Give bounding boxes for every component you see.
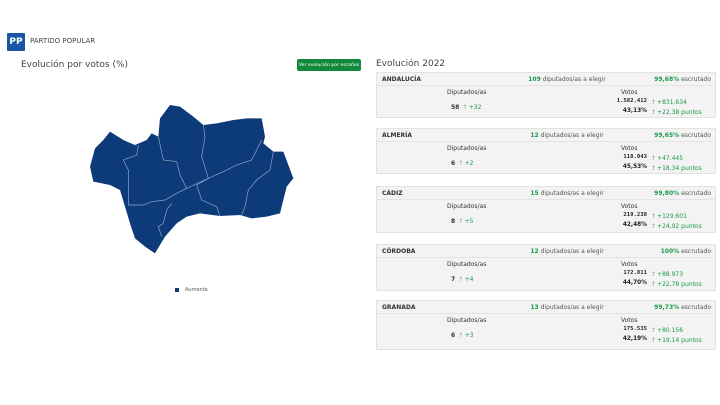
left-title: Evolución por votos (%) xyxy=(21,60,129,70)
votos-label: Votos xyxy=(621,261,638,268)
percent-delta: 🡑 +22,38 puntos xyxy=(652,109,702,116)
right-title: Evolución 2022 xyxy=(376,59,446,69)
arrow-up-icon: 🡑 xyxy=(652,155,656,162)
arrow-up-icon: 🡑 xyxy=(459,160,463,167)
votos-delta: 🡑 +831.634 xyxy=(652,99,687,106)
diputados-value: 7 🡑 +4 xyxy=(451,276,474,283)
arrow-up-icon: 🡑 xyxy=(463,104,467,111)
counted-percent: 99,73% escrutado xyxy=(654,304,711,311)
diputados-value: 8 🡑 +5 xyxy=(451,218,474,225)
arrow-up-icon: 🡑 xyxy=(459,332,463,339)
province-card: GRANADA 13 diputados/as a elegir 99,73% … xyxy=(376,300,716,350)
percent-delta: 🡑 +22,78 puntos xyxy=(652,281,702,288)
arrow-up-icon: 🡑 xyxy=(652,281,656,288)
province-name: ANDALUCÍA xyxy=(382,76,422,83)
arrow-up-icon: 🡑 xyxy=(459,276,463,283)
andalucia-map xyxy=(90,105,294,254)
percent-delta: 🡑 +18,34 puntos xyxy=(652,165,702,172)
seats-to-elect: 12 diputados/as a elegir xyxy=(530,132,604,139)
percent-delta: 🡑 +19,14 puntos xyxy=(652,337,702,344)
legend-label: Aumenta xyxy=(185,287,208,293)
votos-value: 118.043 xyxy=(623,154,647,160)
percent-value: 44,70% xyxy=(622,280,647,286)
votos-value: 219.238 xyxy=(623,212,647,218)
brand-name: PARTIDO POPULAR xyxy=(30,37,96,45)
diputados-value: 6 🡑 +3 xyxy=(451,332,474,339)
votos-value: 175.535 xyxy=(623,326,647,332)
votos-label: Votos xyxy=(621,203,638,210)
diputados-label: Diputados/as xyxy=(447,203,487,210)
counted-percent: 99,80% escrutado xyxy=(654,190,711,197)
votos-value: 1.582.412 xyxy=(616,98,647,104)
votos-value: 172.811 xyxy=(623,270,647,276)
arrow-up-icon: 🡑 xyxy=(459,218,463,225)
map-region[interactable] xyxy=(90,105,294,254)
seats-to-elect: 15 diputados/as a elegir xyxy=(530,190,604,197)
counted-percent: 99,68% escrutado xyxy=(654,76,711,83)
arrow-up-icon: 🡑 xyxy=(652,213,656,220)
pp-logo: PP xyxy=(7,33,25,51)
province-name: CÁDIZ xyxy=(382,190,403,197)
arrow-up-icon: 🡑 xyxy=(652,337,656,344)
votos-label: Votos xyxy=(621,89,638,96)
counted-percent: 100% escrutado xyxy=(660,248,711,255)
percent-value: 43,13% xyxy=(622,108,647,114)
map-legend: Aumenta xyxy=(175,287,208,293)
percent-delta: 🡑 +24,92 puntos xyxy=(652,223,702,230)
province-card: ANDALUCÍA 109 diputados/as a elegir 99,6… xyxy=(376,72,716,118)
province-name: GRANADA xyxy=(382,304,416,311)
percent-value: 42,48% xyxy=(622,222,647,228)
votos-label: Votos xyxy=(621,145,638,152)
votos-delta: 🡑 +129.601 xyxy=(652,213,687,220)
legend-swatch xyxy=(175,288,179,292)
arrow-up-icon: 🡑 xyxy=(652,99,656,106)
diputados-label: Diputados/as xyxy=(447,145,487,152)
seats-to-elect: 13 diputados/as a elegir xyxy=(530,304,604,311)
diputados-value: 58 🡑 +32 xyxy=(451,104,482,111)
ver-escanos-button[interactable]: Ver evolución por escaños xyxy=(297,59,361,71)
percent-value: 45,53% xyxy=(622,164,647,170)
seats-to-elect: 12 diputados/as a elegir xyxy=(530,248,604,255)
arrow-up-icon: 🡑 xyxy=(652,223,656,230)
arrow-up-icon: 🡑 xyxy=(652,165,656,172)
province-card: CÁDIZ 15 diputados/as a elegir 99,80% es… xyxy=(376,186,716,233)
votos-label: Votos xyxy=(621,317,638,324)
province-card: CÓRDOBA 12 diputados/as a elegir 100% es… xyxy=(376,244,716,291)
province-card: ALMERÍA 12 diputados/as a elegir 99,65% … xyxy=(376,128,716,174)
counted-percent: 99,65% escrutado xyxy=(654,132,711,139)
arrow-up-icon: 🡑 xyxy=(652,327,656,334)
votos-delta: 🡑 +47.445 xyxy=(652,155,684,162)
votos-delta: 🡑 +88.973 xyxy=(652,271,684,278)
arrow-up-icon: 🡑 xyxy=(652,271,656,278)
diputados-label: Diputados/as xyxy=(447,261,487,268)
diputados-value: 6 🡑 +2 xyxy=(451,160,474,167)
votos-delta: 🡑 +80.156 xyxy=(652,327,684,334)
diputados-label: Diputados/as xyxy=(447,89,487,96)
diputados-label: Diputados/as xyxy=(447,317,487,324)
percent-value: 42,19% xyxy=(622,336,647,342)
arrow-up-icon: 🡑 xyxy=(652,109,656,116)
province-name: ALMERÍA xyxy=(382,132,413,139)
province-name: CÓRDOBA xyxy=(382,248,416,255)
seats-to-elect: 109 diputados/as a elegir xyxy=(528,76,606,83)
